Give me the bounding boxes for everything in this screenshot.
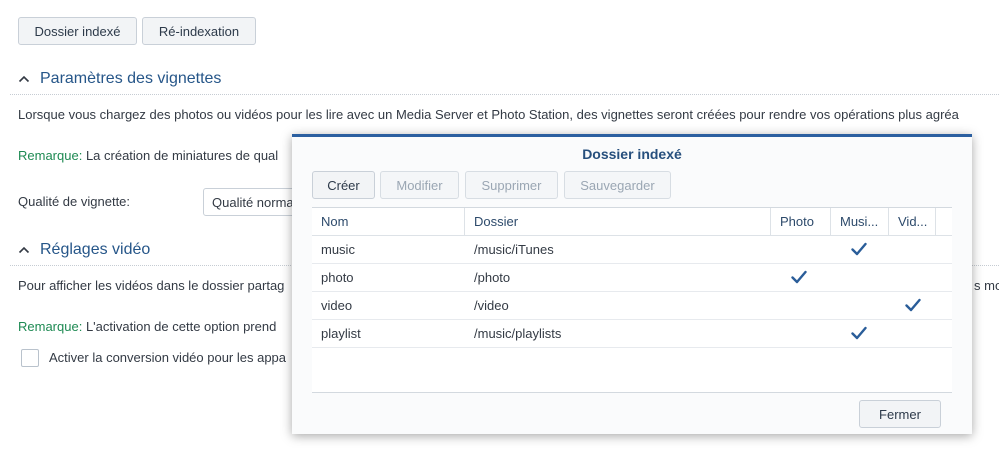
cell-folder: /music/iTunes <box>474 242 554 257</box>
chevron-up-icon <box>18 246 30 254</box>
thumbnails-section-title: Paramètres des vignettes <box>40 70 222 87</box>
dialog-title: Dossier indexé <box>582 146 682 162</box>
remark-text: L'activation de cette option prend <box>85 319 277 334</box>
delete-button[interactable]: Supprimer <box>465 171 558 199</box>
column-header-music[interactable]: Musi... <box>831 208 889 235</box>
column-header-name[interactable]: Nom <box>312 208 465 235</box>
cell-folder: /music/playlists <box>474 326 562 341</box>
quality-label: Qualité de vignette: <box>18 194 131 209</box>
checkmark-icon <box>851 326 867 340</box>
thumbnails-section-header[interactable]: Paramètres des vignettes <box>18 70 221 88</box>
close-button[interactable]: Fermer <box>859 400 941 428</box>
indexed-folder-button[interactable]: Dossier indexé <box>18 17 137 45</box>
indexed-folder-dialog: Dossier indexé Créer Modifier Supprimer … <box>292 134 972 434</box>
table-row[interactable]: photo/photo <box>312 264 952 292</box>
table-row[interactable]: video/video <box>312 292 952 320</box>
checkmark-icon <box>851 242 867 256</box>
video-section-header[interactable]: Réglages vidéo <box>18 241 150 259</box>
cell-folder: /video <box>474 298 509 313</box>
section-divider <box>10 94 999 95</box>
cell-name: video <box>321 298 353 313</box>
thumbnails-remark: Remarque: La création de miniatures de q… <box>18 148 278 163</box>
video-conversion-checkbox[interactable] <box>21 349 39 367</box>
cell-name: photo <box>321 270 354 285</box>
video-remark: Remarque: L'activation de cette option p… <box>18 319 276 334</box>
chevron-up-icon <box>18 75 30 83</box>
table-header: Nom Dossier Photo Musi... Vid... <box>312 208 952 236</box>
video-section-title: Réglages vidéo <box>40 241 151 258</box>
reindex-button[interactable]: Ré-indexation <box>142 17 256 45</box>
thumbnails-description: Lorsque vous chargez des photos ou vidéo… <box>18 107 959 122</box>
remark-label: Remarque: <box>18 319 83 334</box>
cell-folder: /photo <box>474 270 511 285</box>
video-description-tail: s mol <box>974 278 999 293</box>
create-button[interactable]: Créer <box>312 171 375 199</box>
indexed-folder-table: Nom Dossier Photo Musi... Vid... music/m… <box>312 207 952 393</box>
cell-name: music <box>321 242 355 257</box>
save-button[interactable]: Sauvegarder <box>564 171 671 199</box>
table-row[interactable]: playlist/music/playlists <box>312 320 952 348</box>
column-header-photo[interactable]: Photo <box>771 208 831 235</box>
edit-button[interactable]: Modifier <box>380 171 459 199</box>
checkmark-icon <box>905 298 921 312</box>
checkmark-icon <box>791 270 807 284</box>
remark-label: Remarque: <box>18 148 83 163</box>
remark-text: La création de miniatures de qual <box>85 148 279 163</box>
column-header-video[interactable]: Vid... <box>889 208 936 235</box>
cell-name: playlist <box>321 326 361 341</box>
quality-select-value: Qualité norma <box>212 194 294 210</box>
column-header-folder[interactable]: Dossier <box>465 208 771 235</box>
video-description: Pour afficher les vidéos dans le dossier… <box>18 278 285 293</box>
video-conversion-label: Activer la conversion vidéo pour les app… <box>49 350 287 365</box>
table-row[interactable]: music/music/iTunes <box>312 236 952 264</box>
